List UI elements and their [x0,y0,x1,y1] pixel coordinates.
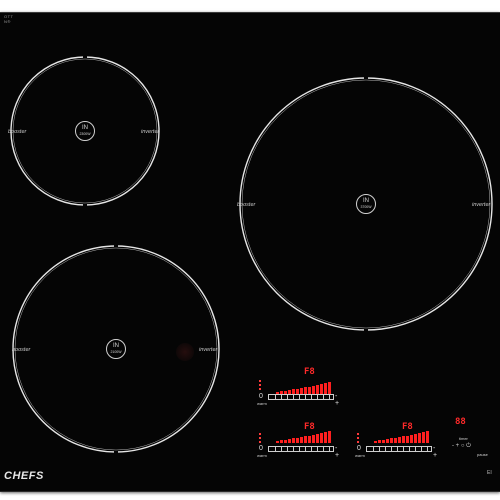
power-bar [414,434,417,443]
warm-label-1[interactable]: warm [257,402,267,406]
zone-indicator-dots-2 [259,433,261,445]
zone-top-left-badge-power: 2300W [79,132,91,136]
power-bar [374,441,377,443]
power-off-key-1[interactable]: 0 [259,393,263,400]
power-display-1: F8 [304,367,315,377]
zone-right-inverter-label: inverter [472,202,491,208]
power-bar [288,439,291,443]
power-bar [304,436,307,443]
zone-indicator-dots-3 [357,433,359,445]
power-off-key-3[interactable]: 0 [357,445,361,452]
pause-label[interactable]: pause [477,453,488,457]
booster-key-1[interactable]: -+ [335,393,339,407]
glass-reflection [176,343,194,361]
brand-logo-chefs: CHEFS [4,470,44,482]
power-bar [382,440,385,443]
power-bar [398,437,401,443]
zone-right-badge-power: 3700W [360,205,372,209]
power-bar [292,438,295,443]
timer-display: 88 [455,417,466,427]
power-bar [284,440,287,443]
power-bar [308,387,311,394]
power-bar [390,438,393,443]
brand-top-logo: OTT N® [4,14,14,24]
power-slider-1[interactable] [268,394,334,400]
zone-indicator-dots-1 [259,380,261,392]
power-bar [324,432,327,443]
model-code: EI [487,470,492,476]
zone-top-left-booster-label: booster [8,129,27,135]
power-slider-2[interactable] [268,446,334,452]
cooktop-glass [0,12,500,492]
power-bar [426,431,429,443]
power-bar [304,387,307,394]
zone-bottom-left-induction-badge: IN 2100W [106,339,126,359]
booster-key-3[interactable]: -+ [433,445,437,459]
power-bar [320,433,323,443]
power-bar [402,436,405,443]
power-bar [394,438,397,443]
timer-keys[interactable]: - + ○ ⏻ [452,443,471,449]
power-level-bars-2 [276,431,334,443]
power-bar [316,434,319,443]
power-bar [312,435,315,443]
zone-right-badge-in: IN [363,198,369,204]
power-bar [324,383,327,394]
warm-label-2[interactable]: warm [257,454,267,458]
warm-label-3[interactable]: warm [355,454,365,458]
brand-top-line-2: N® [4,19,11,24]
timer-label: timer [459,436,468,441]
zone-top-left-inverter-label: inverter [141,129,160,135]
power-bar [328,431,331,443]
power-bar [422,432,425,443]
zone-top-left-induction-badge: IN 2300W [75,121,95,141]
power-slider-3[interactable] [366,446,432,452]
power-bar [410,435,413,443]
zone-bottom-left-badge-in: IN [113,343,119,349]
power-bar [328,382,331,394]
zone-right-booster-label: booster [237,202,256,208]
power-bar [280,440,283,443]
power-bar [312,386,315,394]
power-bar [308,436,311,443]
power-bar [386,439,389,443]
zone-bottom-left-inverter-label: inverter [199,347,218,353]
power-bar [316,385,319,394]
power-bar [276,441,279,443]
power-bar [418,433,421,443]
power-bar [378,440,381,443]
power-level-bars-3 [374,431,432,443]
power-bar [406,436,409,443]
power-bar [300,437,303,443]
zone-right-induction-badge: IN 3700W [356,194,376,214]
power-bar [320,384,323,394]
power-off-key-2[interactable]: 0 [259,445,263,452]
zone-bottom-left-booster-label: booster [12,347,31,353]
booster-key-2[interactable]: -+ [335,445,339,459]
power-bar [296,438,299,443]
zone-bottom-left-badge-power: 2100W [110,350,122,354]
power-level-bars-1 [276,382,334,394]
zone-top-left-badge-in: IN [82,125,88,131]
